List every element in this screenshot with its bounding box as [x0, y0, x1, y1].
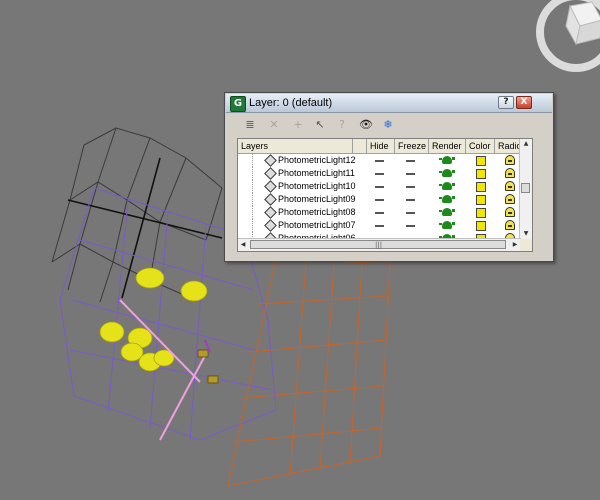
object-icon	[264, 180, 277, 193]
layer-name[interactable]: PhotometricLight11	[278, 167, 355, 180]
render-teapot-icon[interactable]	[439, 169, 455, 177]
app-icon: G	[230, 96, 246, 112]
hide-toggle[interactable]	[375, 199, 384, 201]
viewcube[interactable]	[536, 0, 600, 72]
layer-name[interactable]: PhotometricLight07	[278, 219, 356, 232]
freeze-toggle[interactable]	[406, 186, 415, 188]
tree-connector	[252, 219, 263, 232]
layer-row[interactable]: PhotometricLight08	[238, 206, 521, 219]
render-teapot-icon[interactable]	[439, 195, 455, 203]
photometric-lights	[99, 267, 208, 372]
render-teapot-icon[interactable]	[439, 221, 455, 229]
scroll-corner	[520, 239, 532, 251]
layer-row[interactable]: PhotometricLight07	[238, 219, 521, 232]
freeze-toggle[interactable]	[406, 160, 415, 162]
close-button[interactable]: X	[516, 96, 532, 109]
object-icon	[264, 193, 277, 206]
layer-name[interactable]: PhotometricLight12	[278, 154, 356, 167]
light-target-markers	[197, 349, 219, 384]
layer-rows: PhotometricLight12 PhotometricLight11 Phot…	[238, 154, 521, 245]
tree-connector	[252, 193, 263, 206]
dialog-title: Layer: 0 (default)	[249, 97, 333, 109]
highlight-icon[interactable]: ?	[333, 117, 351, 133]
freeze-toggle[interactable]	[406, 199, 415, 201]
scroll-down-icon[interactable]: ▼	[520, 229, 532, 239]
layer-row[interactable]: PhotometricLight10	[238, 180, 521, 193]
scroll-up-icon[interactable]: ▲	[520, 139, 532, 149]
tree-connector	[252, 154, 263, 167]
object-icon	[264, 219, 277, 232]
horizontal-scrollbar[interactable]: ◀ ||| ▶	[238, 238, 521, 251]
layer-color-swatch[interactable]	[476, 169, 486, 179]
layer-name[interactable]: PhotometricLight09	[278, 193, 356, 206]
layer-color-swatch[interactable]	[476, 195, 486, 205]
layer-name[interactable]: PhotometricLight10	[278, 180, 356, 193]
column-header-render[interactable]: Render	[429, 139, 466, 153]
layer-color-swatch[interactable]	[476, 221, 486, 231]
tree-connector	[252, 180, 263, 193]
layer-row[interactable]: PhotometricLight11	[238, 167, 521, 180]
horizontal-scroll-thumb[interactable]: |||	[250, 240, 506, 249]
scroll-grip: |||	[375, 241, 383, 249]
hide-toggle[interactable]	[375, 160, 384, 162]
object-icon	[264, 206, 277, 219]
freeze-toggle[interactable]	[406, 173, 415, 175]
column-header-hide[interactable]: Hide	[367, 139, 395, 153]
select-in-layer-icon[interactable]: ↖	[311, 117, 329, 133]
radiosity-icon[interactable]	[505, 194, 515, 204]
object-icon	[264, 154, 277, 167]
column-header-layers[interactable]: Layers	[238, 139, 353, 153]
tree-connector	[252, 167, 263, 180]
add-to-layer-icon[interactable]: +	[289, 117, 307, 133]
hide-toggle[interactable]	[375, 186, 384, 188]
scroll-right-icon[interactable]: ▶	[510, 239, 520, 251]
column-header-freeze[interactable]: Freeze	[395, 139, 429, 153]
radiosity-icon[interactable]	[505, 207, 515, 217]
render-teapot-icon[interactable]	[439, 208, 455, 216]
viewcube-icon	[536, 0, 600, 72]
layer-row[interactable]: PhotometricLight12	[238, 154, 521, 167]
hide-all-icon[interactable]: 👁	[357, 117, 375, 133]
freeze-toggle[interactable]	[406, 225, 415, 227]
layer-color-swatch[interactable]	[476, 208, 486, 218]
layer-toolbar: ≣ ✕ + ↖? 👁 ❄	[231, 115, 531, 135]
freeze-all-icon[interactable]: ❄	[379, 117, 397, 133]
column-header-blank[interactable]	[353, 139, 367, 153]
object-icon	[264, 167, 277, 180]
hide-toggle[interactable]	[375, 225, 384, 227]
layer-row[interactable]: PhotometricLight09	[238, 193, 521, 206]
radiosity-icon[interactable]	[505, 181, 515, 191]
hide-toggle[interactable]	[375, 212, 384, 214]
layer-list[interactable]: LayersHideFreezeRenderColorRadiosit Phot…	[237, 138, 533, 252]
column-header-color[interactable]: Color	[466, 139, 495, 153]
radiosity-icon[interactable]	[505, 168, 515, 178]
dialog-titlebar[interactable]: G Layer: 0 (default) ? X	[226, 94, 552, 113]
layer-color-swatch[interactable]	[476, 182, 486, 192]
layer-manager-dialog[interactable]: G Layer: 0 (default) ? X ≣ ✕ + ↖? 👁 ❄ Layers H…	[224, 92, 554, 262]
delete-layer-icon[interactable]: ✕	[265, 117, 283, 133]
tree-connector	[252, 206, 263, 219]
orange-grid	[227, 257, 391, 487]
layer-color-swatch[interactable]	[476, 156, 486, 166]
vertical-scrollbar[interactable]: ▲ ▼	[519, 139, 532, 239]
create-layer-icon[interactable]: ≣	[241, 117, 259, 133]
vertical-scroll-thumb[interactable]	[521, 183, 530, 193]
hide-toggle[interactable]	[375, 173, 384, 175]
column-header-row: LayersHideFreezeRenderColorRadiosit	[238, 139, 525, 154]
freeze-toggle[interactable]	[406, 212, 415, 214]
render-teapot-icon[interactable]	[439, 182, 455, 190]
scroll-left-icon[interactable]: ◀	[238, 239, 248, 251]
layer-name[interactable]: PhotometricLight08	[278, 206, 356, 219]
radiosity-icon[interactable]	[505, 155, 515, 165]
radiosity-icon[interactable]	[505, 220, 515, 230]
render-teapot-icon[interactable]	[439, 156, 455, 164]
help-button[interactable]: ?	[498, 96, 514, 109]
